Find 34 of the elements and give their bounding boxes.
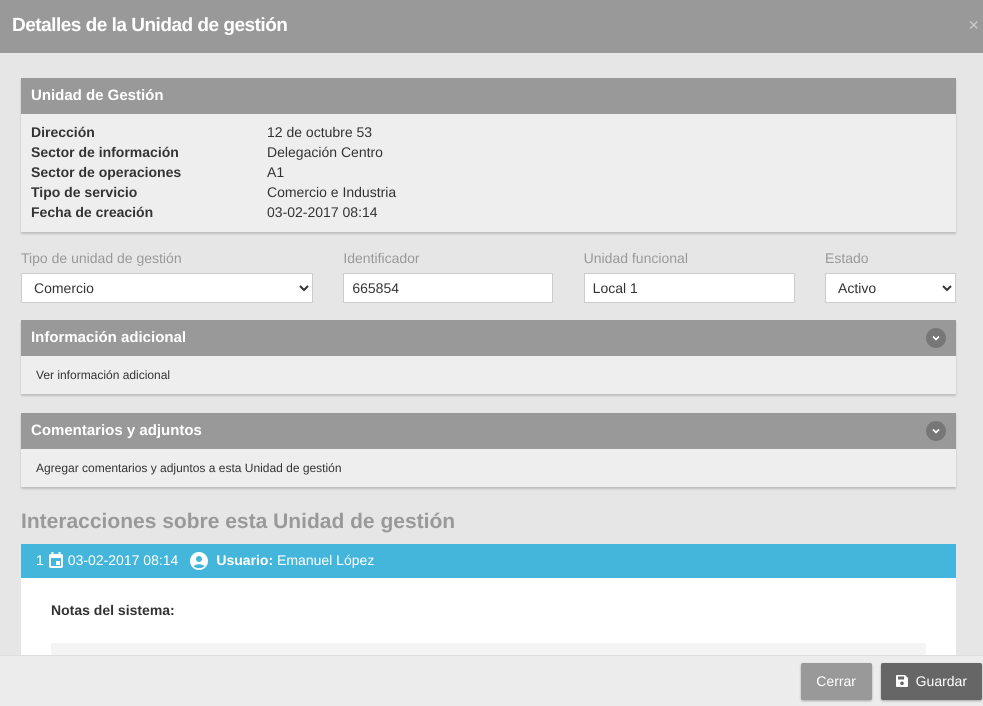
field-value: 12 de octubre 53 [267, 123, 372, 142]
item-date: 03-02-2017 08:14 [68, 551, 178, 570]
notes-title: Notas del sistema: [51, 600, 176, 620]
input-field[interactable]: Local 1 [584, 273, 795, 303]
panel-header: Unidad de Gestión [21, 78, 956, 114]
field-label: Fecha de creación [31, 203, 154, 222]
user-icon [190, 552, 208, 570]
field-value: Delegación Centro [267, 143, 383, 162]
field-label: Tipo de unidad de gestión [21, 249, 183, 268]
field-label: Sector de operaciones [31, 163, 182, 182]
field-value: Comercio e Industria [267, 183, 396, 202]
field-label: Estado [824, 249, 870, 268]
field-label: Identificador [343, 249, 421, 268]
save-button[interactable]: Guardar [880, 662, 982, 700]
select-field[interactable]: Comercio [21, 273, 313, 303]
field-value: 03-02-2017 08:14 [267, 203, 378, 222]
field-value: A1 [267, 163, 284, 182]
panel-title: Información adicional [31, 328, 186, 348]
item-user: Usuario: Emanuel López [216, 551, 374, 570]
field-label: Sector de información [31, 143, 180, 162]
field-label: Unidad funcional [584, 249, 689, 268]
select-field[interactable]: Activo [824, 273, 956, 303]
chevron-icon[interactable] [926, 328, 946, 348]
dialog-title: Detalles de la Unidad de gestión [12, 15, 288, 38]
field-label: Dirección [31, 123, 96, 142]
panel-title: Comentarios y adjuntos [31, 420, 202, 441]
field-label: Tipo de servicio [31, 183, 138, 202]
input-field[interactable]: 665854 [343, 273, 554, 303]
panel-text: Ver información adicional [35, 367, 172, 384]
calendar-icon [48, 552, 64, 569]
chevron-icon[interactable] [926, 421, 946, 441]
panel-text: Agregar comentarios y adjuntos a esta Unidad de gestión [35, 460, 343, 477]
item-number: 1 [36, 551, 44, 570]
section-title: Interacciones sobre esta Unidad de gestión [21, 509, 456, 535]
